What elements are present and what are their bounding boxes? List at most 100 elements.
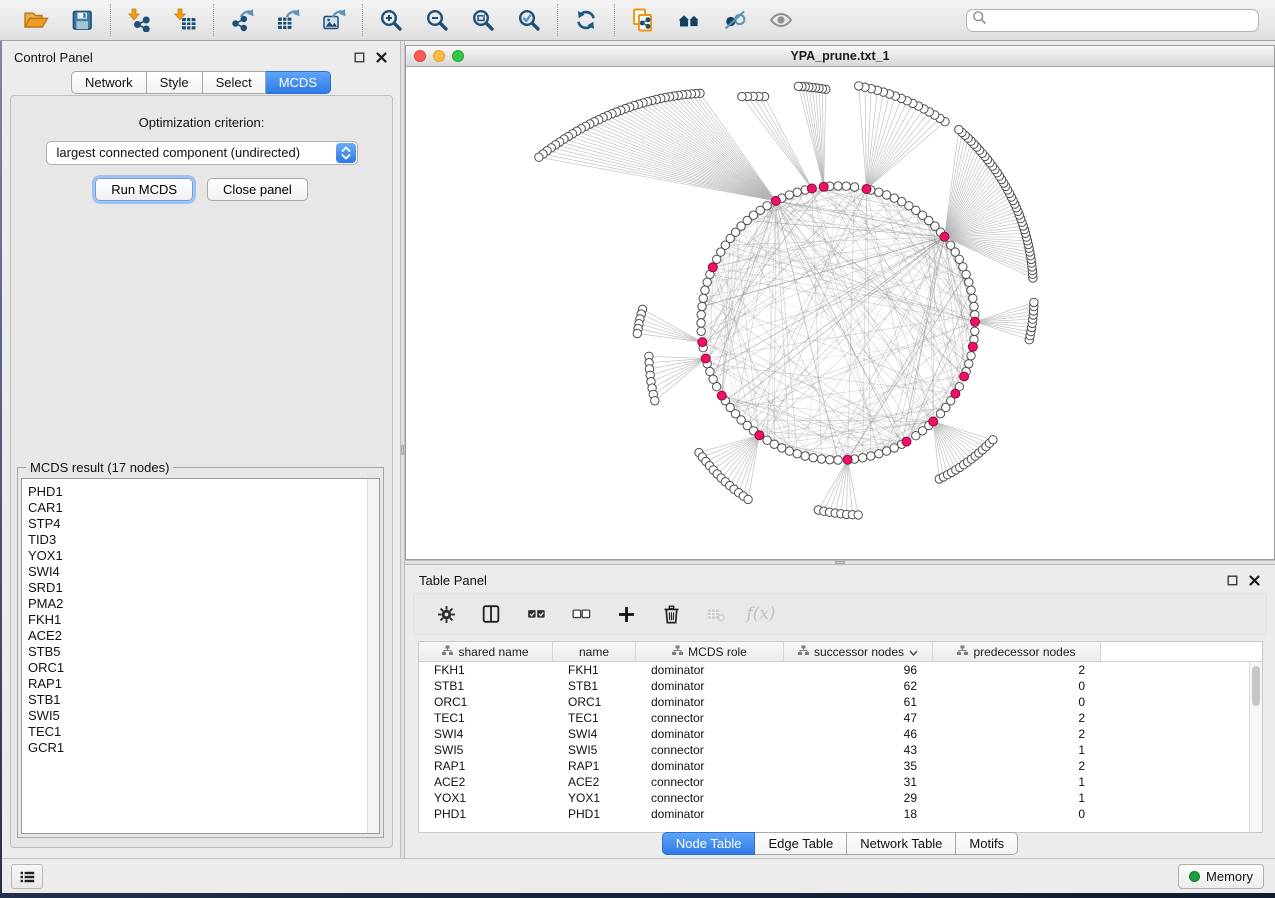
cell-successor-nodes: 62: [784, 679, 933, 693]
table-row[interactable]: YOX1YOX1connector291: [419, 790, 1249, 806]
mcds-list-scrollbar[interactable]: [367, 479, 379, 833]
mcds-result-item[interactable]: PHD1: [22, 484, 379, 500]
tab-network[interactable]: Network: [71, 71, 147, 94]
zoom-out-button[interactable]: [422, 5, 452, 35]
cell-mcds-role: dominator: [636, 663, 784, 677]
settings-button[interactable]: [434, 602, 458, 626]
node-table-header: shared namenameMCDS rolesuccessor nodesp…: [419, 642, 1262, 662]
column-header-successor-nodes[interactable]: successor nodes: [784, 642, 933, 661]
mcds-result-item[interactable]: STB5: [22, 644, 379, 660]
mcds-result-item[interactable]: ORC1: [22, 660, 379, 676]
mcds-result-item[interactable]: YOX1: [22, 548, 379, 564]
eye-icon: [768, 8, 794, 32]
mcds-result-item[interactable]: STB1: [22, 692, 379, 708]
table-scrollbar[interactable]: [1249, 662, 1262, 832]
close-panel-icon[interactable]: [375, 51, 388, 64]
optimization-criterion-select[interactable]: largest connected component (undirected): [46, 141, 358, 165]
mcds-result-item[interactable]: TID3: [22, 532, 379, 548]
network-window: YPA_prune.txt_1: [405, 45, 1275, 560]
cell-mcds-role: connector: [636, 791, 784, 805]
close-table-panel-icon[interactable]: [1248, 574, 1261, 587]
control-panel: Control Panel NetworkStyleSelectMCDS Opt…: [2, 41, 400, 858]
open-session-button[interactable]: [21, 5, 51, 35]
tab-motifs[interactable]: Motifs: [956, 832, 1018, 855]
mcds-result-item[interactable]: SRD1: [22, 580, 379, 596]
column-header-predecessor-nodes[interactable]: predecessor nodes: [933, 642, 1101, 661]
table-row[interactable]: RAP1RAP1dominator352: [419, 758, 1249, 774]
table-tabs: Node TableEdge TableNetwork TableMotifs: [405, 832, 1275, 855]
mcds-result-item[interactable]: CAR1: [22, 500, 379, 516]
minimize-window-icon[interactable]: [433, 50, 445, 62]
save-session-button[interactable]: [67, 5, 97, 35]
home-button[interactable]: [674, 5, 704, 35]
table-row[interactable]: SWI4SWI4dominator462: [419, 726, 1249, 742]
task-history-button[interactable]: [11, 864, 43, 889]
unselect-all-button[interactable]: [569, 602, 593, 626]
maximize-window-icon[interactable]: [452, 50, 464, 62]
table-row[interactable]: FKH1FKH1dominator962: [419, 662, 1249, 678]
export-network-button[interactable]: [227, 5, 257, 35]
run-mcds-button[interactable]: Run MCDS: [95, 178, 193, 201]
network-from-file-button[interactable]: [628, 5, 658, 35]
export-image-button[interactable]: [319, 5, 349, 35]
table-row[interactable]: PHD1PHD1dominator180: [419, 806, 1249, 822]
table-row[interactable]: TEC1TEC1connector472: [419, 710, 1249, 726]
zoom-in-button[interactable]: [376, 5, 406, 35]
select-stepper-icon: [336, 143, 356, 163]
split-panel-button[interactable]: [479, 602, 503, 626]
import-network-button[interactable]: [124, 5, 154, 35]
tab-edge-table[interactable]: Edge Table: [755, 832, 847, 855]
search-box[interactable]: [966, 9, 1259, 32]
export-table-button[interactable]: [273, 5, 303, 35]
column-header-name[interactable]: name: [553, 642, 636, 661]
mcds-result-item[interactable]: PMA2: [22, 596, 379, 612]
float-panel-icon[interactable]: [353, 51, 366, 64]
tab-network-table[interactable]: Network Table: [847, 832, 956, 855]
zoom-fit-button[interactable]: [468, 5, 498, 35]
refresh-button[interactable]: [571, 5, 601, 35]
mcds-result-item[interactable]: SWI5: [22, 708, 379, 724]
tab-select[interactable]: Select: [203, 71, 266, 94]
tab-mcds[interactable]: MCDS: [266, 71, 331, 94]
network-canvas[interactable]: [406, 67, 1274, 559]
status-bar: Memory: [2, 858, 1275, 893]
zoom-selected-button[interactable]: [514, 5, 544, 35]
table-row[interactable]: ORC1ORC1dominator610: [419, 694, 1249, 710]
import-table-button[interactable]: [170, 5, 200, 35]
add-button[interactable]: [614, 602, 638, 626]
tab-node-table[interactable]: Node Table: [662, 832, 756, 855]
cell-predecessor-nodes: 1: [933, 743, 1101, 757]
table-row[interactable]: STB1STB1dominator620: [419, 678, 1249, 694]
zoom-fit-icon: [470, 8, 496, 32]
table-row[interactable]: ACE2ACE2connector311: [419, 774, 1249, 790]
table-scrollbar-thumb[interactable]: [1252, 666, 1260, 706]
mcds-result-item[interactable]: GCR1: [22, 740, 379, 756]
mcds-result-item[interactable]: RAP1: [22, 676, 379, 692]
column-header-mcds-role[interactable]: MCDS role: [636, 642, 784, 661]
delete-button[interactable]: [659, 602, 683, 626]
table-splitter-handle-icon[interactable]: [835, 561, 845, 564]
cell-successor-nodes: 43: [784, 743, 933, 757]
table-row[interactable]: SWI5SWI5connector431: [419, 742, 1249, 758]
mcds-result-item[interactable]: STP4: [22, 516, 379, 532]
column-header-shared-name[interactable]: shared name: [419, 642, 553, 661]
splitter-handle-icon[interactable]: [401, 445, 404, 455]
eye-button[interactable]: [766, 5, 796, 35]
mcds-result-item[interactable]: ACE2: [22, 628, 379, 644]
network-window-titlebar[interactable]: YPA_prune.txt_1: [406, 46, 1274, 67]
cell-predecessor-nodes: 0: [933, 695, 1101, 709]
delete-table-icon: [706, 604, 727, 625]
float-table-panel-icon[interactable]: [1226, 574, 1239, 587]
search-input[interactable]: [991, 11, 1253, 30]
cell-name: STB1: [553, 679, 636, 693]
mcds-result-item[interactable]: SWI4: [22, 564, 379, 580]
memory-button[interactable]: Memory: [1178, 864, 1264, 889]
mcds-result-item[interactable]: TEC1: [22, 724, 379, 740]
tab-style[interactable]: Style: [147, 71, 203, 94]
select-all-button[interactable]: [524, 602, 548, 626]
hide-glasses-button[interactable]: [720, 5, 750, 35]
close-panel-button[interactable]: Close panel: [207, 178, 308, 201]
mcds-result-item[interactable]: FKH1: [22, 612, 379, 628]
mcds-result-list[interactable]: PHD1CAR1STP4TID3YOX1SWI4SRD1PMA2FKH1ACE2…: [21, 478, 380, 834]
close-window-icon[interactable]: [414, 50, 426, 62]
